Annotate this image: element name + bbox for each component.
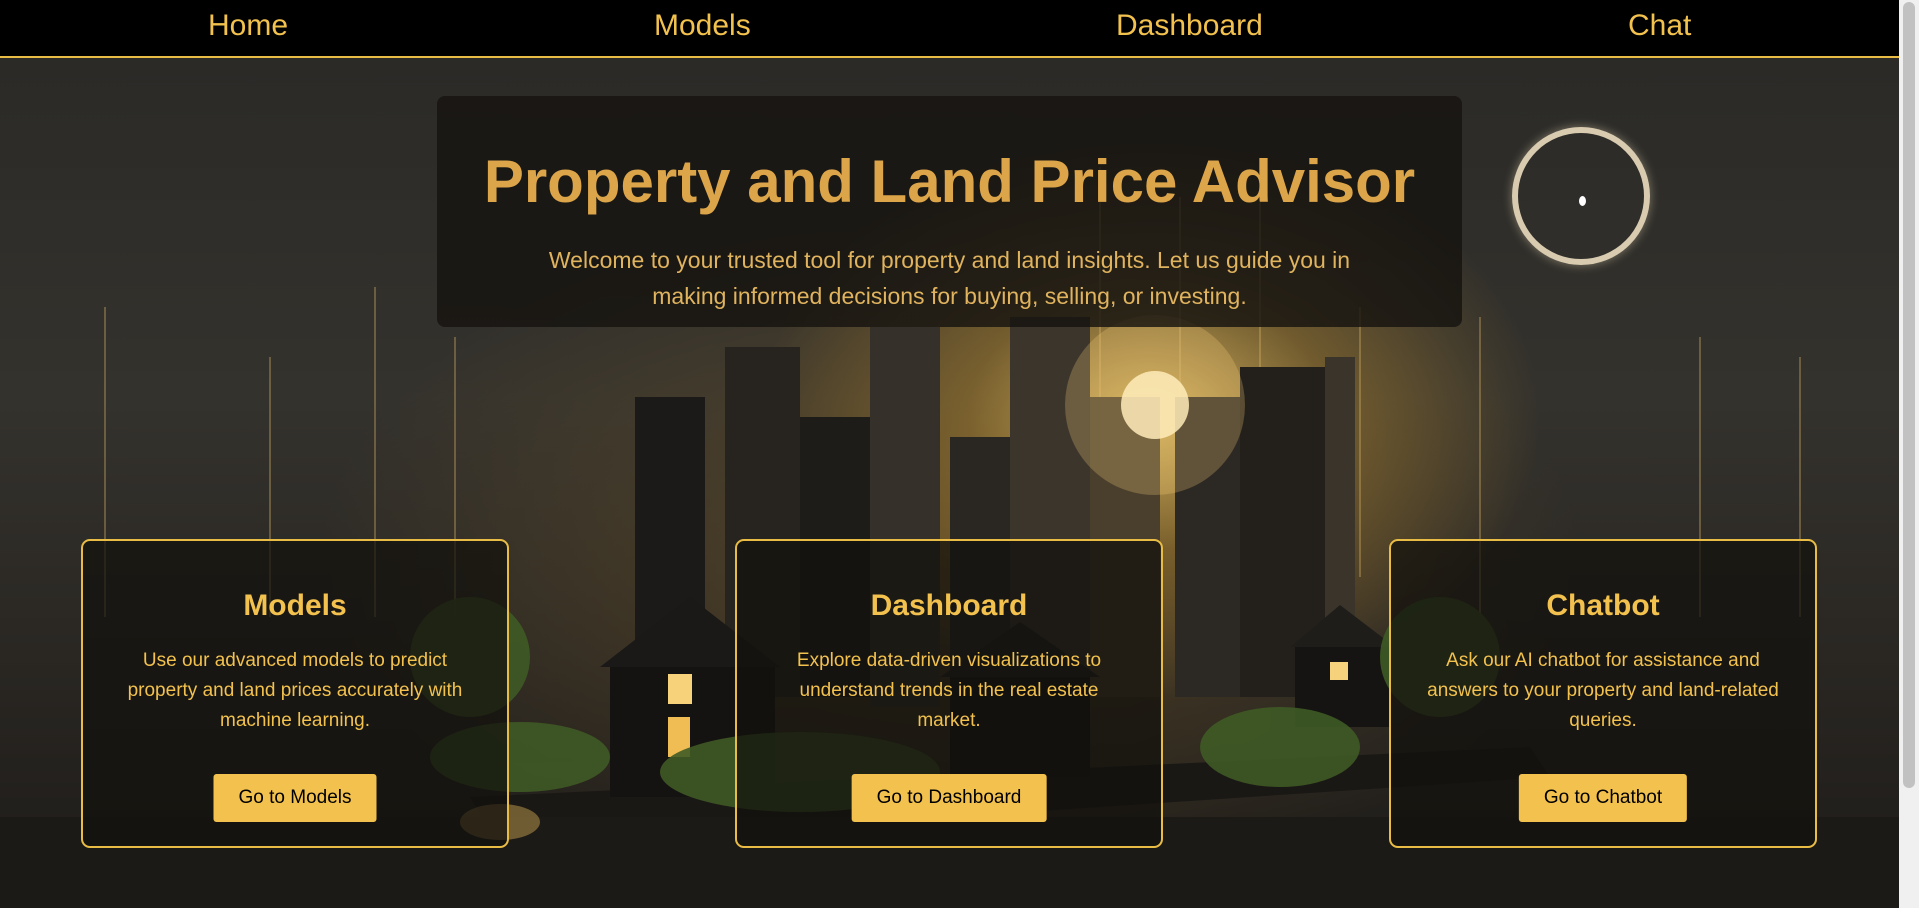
- ring-decoration: [1512, 127, 1650, 265]
- hero-panel: Property and Land Price Advisor Welcome …: [437, 96, 1462, 327]
- chatbot-card-title: Chatbot: [1546, 589, 1660, 622]
- nav-chat-link[interactable]: Chat: [1628, 8, 1691, 44]
- chatbot-card: Chatbot Ask our AI chatbot for assistanc…: [1389, 539, 1817, 848]
- go-to-dashboard-button[interactable]: Go to Dashboard: [851, 774, 1047, 822]
- models-card: Models Use our advanced models to predic…: [81, 539, 509, 848]
- models-card-text: Use our advanced models to predict prope…: [127, 650, 463, 731]
- vertical-scrollbar[interactable]: [1899, 0, 1919, 908]
- nav-dashboard-link[interactable]: Dashboard: [1116, 8, 1263, 44]
- page-title: Property and Land Price Advisor: [483, 148, 1416, 215]
- chatbot-card-text: Ask our AI chatbot for assistance and an…: [1427, 650, 1779, 731]
- go-to-models-button[interactable]: Go to Models: [213, 774, 377, 822]
- hero-subtitle: Welcome to your trusted tool for propert…: [548, 247, 1351, 309]
- go-to-chatbot-button[interactable]: Go to Chatbot: [1518, 774, 1688, 822]
- ring-dot: [1579, 196, 1586, 206]
- dashboard-card-title: Dashboard: [870, 589, 1028, 622]
- dashboard-card-text: Explore data-driven visualizations to un…: [796, 650, 1102, 731]
- models-card-title: Models: [243, 589, 347, 622]
- nav-home-link[interactable]: Home: [208, 8, 288, 44]
- scrollbar-thumb[interactable]: [1903, 2, 1915, 788]
- dashboard-card: Dashboard Explore data-driven visualizat…: [735, 539, 1163, 848]
- nav-models-link[interactable]: Models: [654, 8, 751, 44]
- top-navigation: Home Models Dashboard Chat: [0, 0, 1899, 58]
